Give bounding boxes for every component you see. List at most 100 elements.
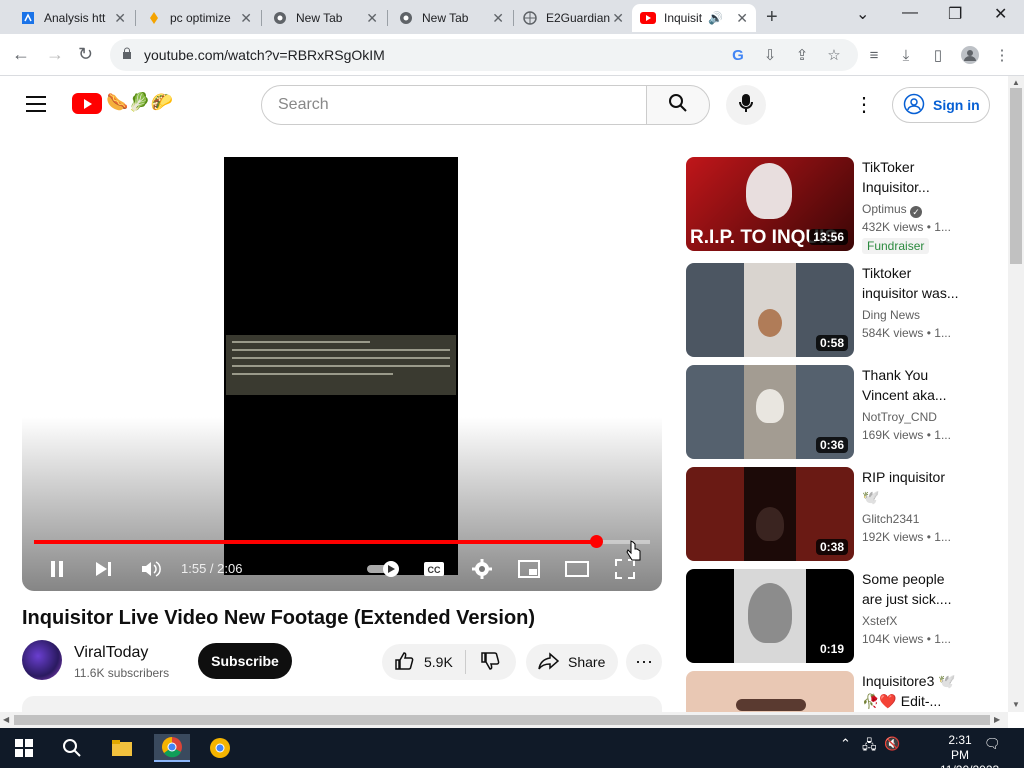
lock-icon[interactable] <box>122 46 132 64</box>
new-tab-button[interactable]: + <box>766 6 778 29</box>
recommended-video[interactable]: R.I.P. TO INQUIS 13:56 TikToker Inquisito… <box>686 157 986 254</box>
close-icon[interactable]: ✕ <box>492 10 504 27</box>
recommended-title[interactable]: TikToker Inquisitor... <box>862 157 970 197</box>
sign-in-button[interactable]: Sign in <box>892 87 990 123</box>
windows-start-icon[interactable] <box>6 734 42 762</box>
tab-analysis[interactable]: Analysis htt ✕ <box>12 4 134 32</box>
notifications-icon[interactable]: 🗨 <box>984 736 1001 752</box>
volume-icon[interactable] <box>136 557 166 581</box>
share-icon[interactable]: ⇪ <box>792 45 812 65</box>
recommended-title[interactable]: Some people are just sick.... <box>862 569 970 609</box>
video-thumbnail[interactable] <box>686 671 854 712</box>
progress-bar[interactable] <box>34 535 650 548</box>
search-input[interactable]: Search <box>261 85 647 125</box>
chrome-profile-taskbar-icon[interactable] <box>202 734 238 762</box>
volume-muted-icon[interactable]: 🔇 <box>884 736 900 752</box>
scroll-right-icon[interactable]: ▶ <box>994 715 1000 724</box>
profile-icon[interactable] <box>960 45 980 65</box>
recommended-title[interactable]: Tiktoker inquisitor was... <box>862 263 970 303</box>
downloads-icon[interactable]: ⤓ <box>896 45 916 65</box>
recommended-video[interactable]: 0:58 Tiktoker inquisitor was... Ding News… <box>686 263 986 357</box>
hamburger-menu-icon[interactable] <box>26 96 46 112</box>
close-icon[interactable]: ✕ <box>366 10 378 27</box>
minimize-button[interactable]: — <box>902 4 918 22</box>
chrome-taskbar-icon[interactable] <box>154 734 190 762</box>
video-thumbnail[interactable]: R.I.P. TO INQUIS 13:56 <box>686 157 854 251</box>
search-button[interactable] <box>646 85 710 125</box>
next-button[interactable] <box>88 557 118 581</box>
pause-button[interactable] <box>42 557 72 581</box>
vertical-scrollbar[interactable]: ▲ ▼ <box>1008 76 1024 712</box>
reload-button[interactable]: ↻ <box>78 44 93 65</box>
forward-button[interactable]: → <box>46 44 64 65</box>
recommended-channel[interactable]: Glitch2341 <box>862 512 919 526</box>
recommended-video[interactable]: 0:19 Some people are just sick.... XstefX… <box>686 569 986 663</box>
scrollbar-thumb[interactable] <box>1010 88 1022 264</box>
recommended-channel[interactable]: NotTroy_CND <box>862 410 937 424</box>
recommended-channel[interactable]: Optimus ✓ <box>862 202 923 218</box>
theater-mode-icon[interactable] <box>562 557 592 581</box>
recommended-title[interactable]: RIP inquisitor 🕊️ <box>862 467 970 507</box>
like-count[interactable]: 5.9K <box>424 654 453 670</box>
recommended-title[interactable]: Thank You Vincent aka... <box>862 365 970 405</box>
tab-pc-optimize[interactable]: pc optimize ✕ <box>138 4 260 32</box>
video-thumbnail[interactable]: 0:19 <box>686 569 854 663</box>
network-icon[interactable]: 🖧 <box>862 736 877 758</box>
more-actions-icon[interactable]: ⋯ <box>626 644 662 680</box>
back-button[interactable]: ← <box>12 44 30 65</box>
miniplayer-icon[interactable] <box>514 557 544 581</box>
scroll-down-icon[interactable]: ▼ <box>1012 700 1020 709</box>
close-icon[interactable]: ✕ <box>736 10 748 27</box>
bookmark-star-icon[interactable]: ☆ <box>824 45 844 65</box>
close-icon[interactable]: ✕ <box>612 10 624 27</box>
file-explorer-icon[interactable] <box>104 734 140 762</box>
recommended-channel[interactable]: Ding News <box>862 308 920 322</box>
autoplay-toggle[interactable] <box>366 557 402 581</box>
google-lens-icon[interactable]: G <box>728 45 748 65</box>
video-frame[interactable] <box>224 157 458 575</box>
youtube-logo[interactable] <box>72 93 102 114</box>
speaker-icon[interactable]: 🔊 <box>708 11 723 25</box>
tab-e2guardian[interactable]: E2Guardian ✕ <box>514 4 632 32</box>
search-icon[interactable] <box>54 734 90 762</box>
install-icon[interactable]: ⇩ <box>760 45 780 65</box>
recommended-title[interactable]: Inquisitore3 🕊️ 🥀❤️ Edit-... <box>862 671 982 711</box>
thumbs-up-icon[interactable] <box>394 651 414 674</box>
subscribe-button[interactable]: Subscribe <box>198 643 292 679</box>
settings-gear-icon[interactable] <box>467 557 497 581</box>
voice-search-button[interactable] <box>726 85 766 125</box>
thumbs-down-icon[interactable] <box>480 651 500 674</box>
recommended-video[interactable]: 0:38 RIP inquisitor 🕊️ Glitch2341 192K vi… <box>686 467 986 561</box>
scroll-up-icon[interactable]: ▲ <box>1012 78 1020 87</box>
close-icon[interactable]: ✕ <box>240 10 252 27</box>
video-thumbnail[interactable]: 0:58 <box>686 263 854 357</box>
tab-youtube-active[interactable]: Inquisit 🔊 ✕ <box>632 4 756 32</box>
recommended-video[interactable]: Inquisitore3 🕊️ 🥀❤️ Edit-... <box>686 671 986 712</box>
recommended-video[interactable]: 0:36 Thank You Vincent aka... NotTroy_CND… <box>686 365 986 459</box>
video-thumbnail[interactable]: 0:38 <box>686 467 854 561</box>
settings-more-icon[interactable]: ⋮ <box>854 92 874 117</box>
close-icon[interactable]: ✕ <box>114 10 126 27</box>
channel-avatar[interactable] <box>22 640 62 680</box>
taskbar-clock[interactable]: 2:31 PM 11/20/2023 <box>940 733 999 778</box>
side-panel-icon[interactable]: ▯ <box>928 45 948 65</box>
video-player[interactable]: 1:55 / 2:06 CC <box>22 157 662 591</box>
restore-button[interactable]: ❐ <box>948 4 962 24</box>
media-controls-icon[interactable]: ≡ <box>864 45 884 65</box>
channel-name[interactable]: ViralToday <box>74 644 148 662</box>
doodle-icon[interactable]: 🌭🥬🌮 <box>106 92 173 113</box>
horizontal-scrollbar[interactable]: ◀ ▶ <box>0 712 1008 728</box>
close-window-button[interactable]: ✕ <box>994 4 1007 24</box>
tab-new-tab-2[interactable]: New Tab ✕ <box>390 4 512 32</box>
captions-icon[interactable]: CC <box>419 557 449 581</box>
recommended-meta: 584K views • 1... <box>862 326 951 340</box>
scroll-left-icon[interactable]: ◀ <box>3 715 9 724</box>
menu-kebab-icon[interactable]: ⋮ <box>992 45 1012 65</box>
tray-expand-icon[interactable]: ⌃ <box>840 736 851 752</box>
video-thumbnail[interactable]: 0:36 <box>686 365 854 459</box>
tab-new-tab-1[interactable]: New Tab ✕ <box>264 4 386 32</box>
scrollbar-thumb[interactable] <box>14 715 990 725</box>
tab-search-icon[interactable]: ⌄ <box>856 4 869 24</box>
share-button[interactable]: Share <box>526 644 618 680</box>
recommended-channel[interactable]: XstefX <box>862 614 897 628</box>
